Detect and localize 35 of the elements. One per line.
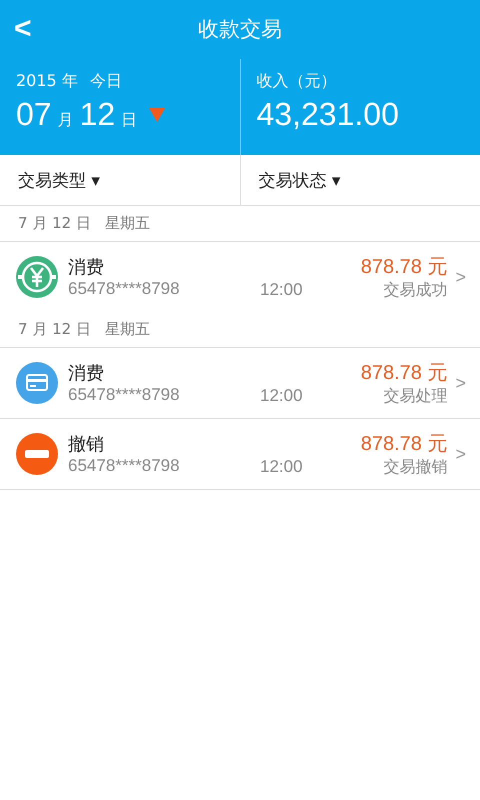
income-label: 收入（元）	[256, 71, 338, 92]
dropdown-icon[interactable]	[149, 108, 166, 122]
year-label: 2015 年	[16, 71, 78, 92]
day-unit: 日	[121, 110, 138, 131]
weekday-label: 星期五	[104, 214, 150, 233]
chevron-icon: >	[455, 444, 466, 464]
month-value: 07	[16, 96, 52, 133]
card-number: 65478****8798	[68, 279, 181, 299]
date-label: 7 月 12 日	[18, 320, 91, 339]
today-label: 今日	[90, 71, 122, 92]
transaction-amount: 878.78 元	[360, 255, 448, 280]
transaction-type: 撤销	[68, 433, 105, 456]
day-value: 12	[80, 96, 116, 133]
transaction-status: 交易撤销	[383, 457, 448, 478]
transaction-amount: 878.78 元	[360, 361, 448, 386]
date-label: 7 月 12 日	[18, 214, 91, 233]
transaction-amount: 878.78 元	[360, 432, 448, 457]
month-unit: 月	[58, 110, 74, 131]
weekday-label: 星期五	[104, 320, 150, 339]
transaction-time: 12:00	[260, 280, 303, 300]
chevron-icon: >	[455, 266, 466, 288]
card-number: 65478****8798	[68, 385, 181, 405]
minus-circle-icon	[16, 433, 58, 475]
income-value: 43,231.00	[256, 96, 400, 133]
card-icon	[16, 362, 58, 404]
transaction-status: 交易成功	[383, 280, 448, 301]
transaction-time: 12:00	[260, 457, 303, 477]
chevron-icon: >	[455, 372, 466, 394]
transaction-time: 12:00	[260, 386, 303, 406]
card-number: 65478****8798	[68, 456, 181, 476]
transaction-type: 消费	[68, 362, 105, 385]
yuan-coin-icon	[16, 256, 58, 298]
page-title: 收款交易	[198, 16, 282, 43]
transaction-type: 消费	[68, 256, 105, 279]
transaction-status: 交易处理	[383, 386, 448, 407]
